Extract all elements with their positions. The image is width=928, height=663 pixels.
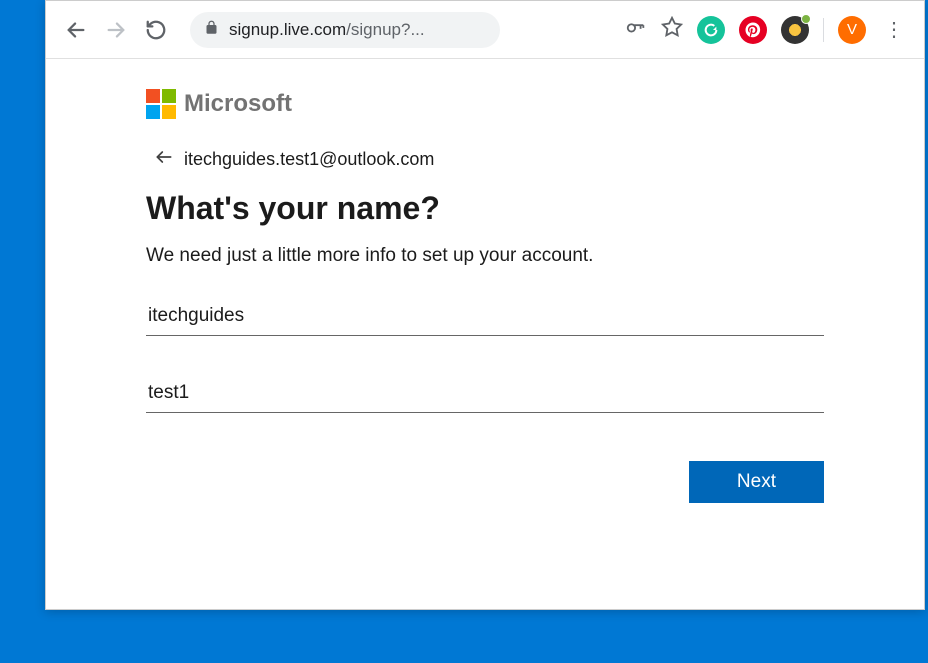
reload-button[interactable] — [142, 16, 170, 44]
url-text: signup.live.com/signup?... — [229, 20, 486, 40]
page-subtext: We need just a little more info to set u… — [146, 245, 824, 267]
last-name-input[interactable] — [146, 374, 824, 413]
browser-menu-icon[interactable]: ⋮ — [880, 17, 908, 42]
identity-row: itechguides.test1@outlook.com — [154, 147, 824, 172]
pinterest-extension-icon[interactable] — [739, 16, 767, 44]
microsoft-logo-text: Microsoft — [184, 90, 292, 118]
back-button[interactable] — [62, 16, 90, 44]
page-heading: What's your name? — [146, 190, 824, 227]
browser-window: signup.live.com/signup?... V ⋮ — [45, 0, 925, 610]
toolbar-right: V ⋮ — [625, 16, 908, 44]
lock-icon — [204, 20, 219, 40]
browser-toolbar: signup.live.com/signup?... V ⋮ — [46, 1, 924, 59]
toolbar-separator — [823, 18, 824, 42]
account-email: itechguides.test1@outlook.com — [184, 149, 434, 170]
page-content: Microsoft itechguides.test1@outlook.com … — [46, 59, 924, 609]
button-row: Next — [146, 461, 824, 503]
honey-extension-icon[interactable] — [781, 16, 809, 44]
signup-form: Microsoft itechguides.test1@outlook.com … — [46, 59, 924, 609]
back-arrow-icon[interactable] — [154, 147, 174, 172]
microsoft-logo-icon — [146, 89, 176, 119]
address-bar[interactable]: signup.live.com/signup?... — [190, 12, 500, 48]
first-name-input[interactable] — [146, 297, 824, 336]
profile-avatar[interactable]: V — [838, 16, 866, 44]
bookmark-star-icon[interactable] — [661, 16, 683, 43]
grammarly-extension-icon[interactable] — [697, 16, 725, 44]
forward-button[interactable] — [102, 16, 130, 44]
next-button[interactable]: Next — [689, 461, 824, 503]
microsoft-logo: Microsoft — [146, 89, 824, 119]
key-icon[interactable] — [625, 16, 647, 43]
